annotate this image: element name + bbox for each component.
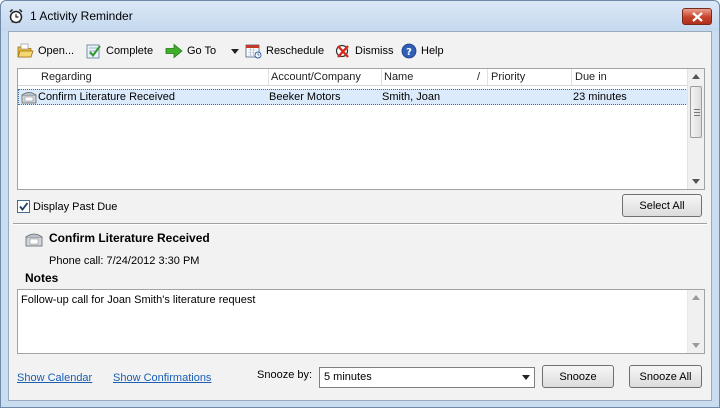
thumb-grip	[694, 109, 700, 110]
snooze-duration-value: 5 minutes	[324, 371, 372, 383]
toolbar: Open... Complete Go To Reschedule Dismis…	[9, 32, 711, 64]
phone-icon	[21, 91, 37, 107]
activity-title: Confirm Literature Received	[49, 231, 210, 245]
list-header: Regarding Account/Company Name / Priorit…	[18, 69, 688, 86]
open-folder-icon	[17, 43, 34, 58]
notes-heading: Notes	[25, 271, 59, 285]
open-label: Open...	[38, 45, 75, 57]
dialog-body: Open... Complete Go To Reschedule Dismis…	[8, 31, 712, 401]
complete-button[interactable]: Complete	[85, 42, 153, 60]
sort-indicator: /	[477, 71, 481, 83]
table-row[interactable]: Confirm Literature Received Beeker Motor…	[18, 89, 688, 105]
cell-regarding: Confirm Literature Received	[38, 91, 175, 103]
snooze-button[interactable]: Snooze	[542, 365, 614, 388]
green-arrow-icon	[165, 43, 183, 59]
display-past-due-checkbox[interactable]	[17, 200, 30, 213]
reschedule-calendar-icon	[245, 44, 262, 59]
column-account-company[interactable]: Account/Company	[271, 71, 361, 83]
cell-account: Beeker Motors	[269, 91, 341, 103]
scroll-down-arrow-icon[interactable]	[692, 343, 700, 348]
thumb-grip	[694, 112, 700, 113]
cell-name: Smith, Joan	[382, 91, 441, 103]
dismiss-button[interactable]: Dismiss	[335, 42, 394, 60]
goto-label: Go To	[187, 45, 217, 57]
column-separator	[487, 69, 488, 85]
snooze-all-button[interactable]: Snooze All	[629, 365, 702, 388]
cell-due-in: 23 minutes	[573, 91, 627, 103]
column-due-in[interactable]: Due in	[575, 71, 607, 83]
column-separator	[268, 69, 269, 85]
column-name[interactable]: Name	[384, 71, 413, 83]
window-title: 1 Activity Reminder	[30, 9, 133, 23]
open-button[interactable]: Open...	[17, 42, 74, 60]
reschedule-button[interactable]: Reschedule	[245, 42, 324, 60]
column-separator	[571, 69, 572, 85]
complete-label: Complete	[106, 45, 154, 57]
scroll-up-arrow-icon[interactable]	[692, 74, 700, 79]
thumb-grip	[694, 115, 700, 116]
snooze-duration-select[interactable]: 5 minutes	[319, 367, 535, 388]
goto-button[interactable]: Go To	[165, 42, 216, 60]
alarm-clock-icon	[8, 8, 24, 24]
display-past-due-label: Display Past Due	[33, 200, 118, 213]
goto-dropdown-arrow[interactable]	[231, 42, 239, 60]
column-regarding[interactable]: Regarding	[41, 71, 92, 83]
svg-text:?: ?	[406, 47, 412, 58]
help-question-icon: ?	[401, 43, 417, 59]
snooze-by-label: Snooze by:	[257, 369, 313, 381]
close-icon	[692, 12, 703, 22]
section-divider	[13, 223, 707, 225]
show-calendar-link[interactable]: Show Calendar	[17, 372, 92, 384]
scroll-up-arrow-icon[interactable]	[692, 295, 700, 300]
help-button[interactable]: ? Help	[401, 42, 444, 60]
checkmark-icon	[19, 202, 29, 211]
list-scrollbar[interactable]	[687, 69, 704, 189]
notes-text: Follow-up call for Joan Smith's literatu…	[21, 294, 256, 306]
chevron-down-icon	[522, 375, 530, 380]
notes-scrollbar[interactable]	[687, 290, 704, 353]
show-confirmations-link[interactable]: Show Confirmations	[113, 372, 211, 384]
scrollbar-thumb[interactable]	[690, 86, 702, 138]
activity-reminder-window: 1 Activity Reminder Open... Complete Go …	[0, 0, 720, 408]
chevron-down-icon	[231, 48, 239, 54]
dismiss-label: Dismiss	[355, 45, 394, 57]
scroll-down-arrow-icon[interactable]	[692, 179, 700, 184]
column-separator	[381, 69, 382, 85]
close-button[interactable]	[682, 8, 712, 25]
notes-textarea[interactable]: Follow-up call for Joan Smith's literatu…	[17, 289, 705, 354]
display-past-due-option[interactable]: Display Past Due	[17, 200, 117, 213]
help-label: Help	[421, 45, 444, 57]
activity-list[interactable]: Regarding Account/Company Name / Priorit…	[17, 68, 705, 190]
select-all-button[interactable]: Select All	[622, 194, 702, 217]
reschedule-label: Reschedule	[266, 45, 325, 57]
activity-subtitle: Phone call: 7/24/2012 3:30 PM	[49, 255, 200, 267]
dismiss-x-icon	[335, 44, 349, 58]
title-bar[interactable]: 1 Activity Reminder	[1, 1, 719, 31]
column-priority[interactable]: Priority	[491, 71, 525, 83]
complete-checklist-icon	[86, 44, 101, 59]
phone-icon	[25, 232, 43, 250]
